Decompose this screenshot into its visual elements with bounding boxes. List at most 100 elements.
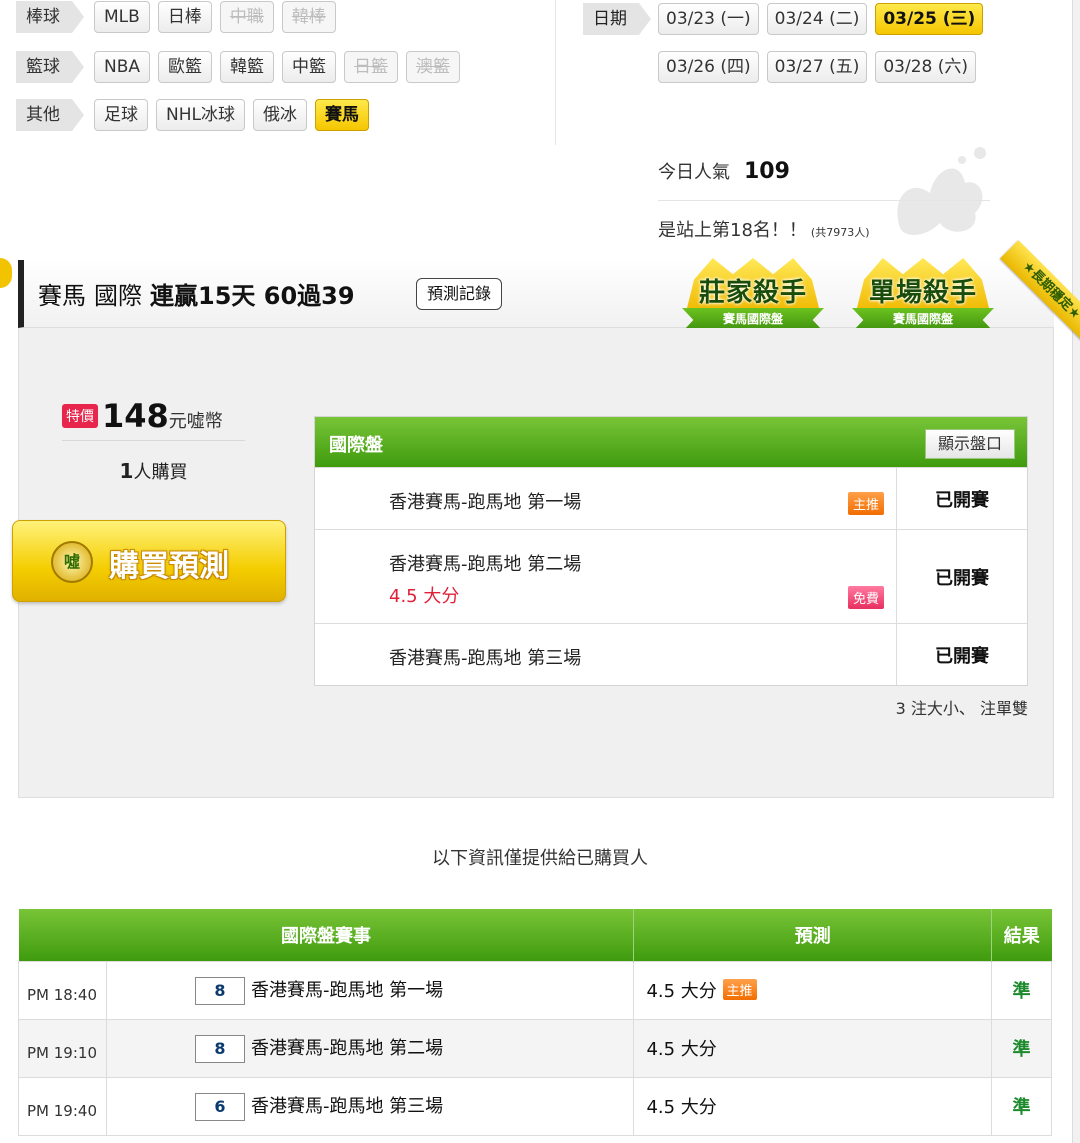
date-chip-0328[interactable]: 03/28 (六) bbox=[875, 51, 977, 83]
main-pick-tag: 主推 bbox=[722, 979, 757, 1000]
category-label: 棒球 bbox=[16, 1, 84, 33]
badge-subtitle: 賽馬國際盤 bbox=[722, 312, 783, 326]
date-chip-0323[interactable]: 03/23 (一) bbox=[658, 3, 759, 35]
free-tag: 免費 bbox=[847, 586, 884, 609]
buyer-suffix: 人購買 bbox=[133, 462, 188, 483]
date-chip-0326[interactable]: 03/26 (四) bbox=[658, 51, 759, 83]
popularity-today: 今日人氣 109 bbox=[658, 158, 790, 184]
filter-row-basketball: 籃球 NBA 歐籃 韓籃 中籃 日籃 澳籃 bbox=[16, 50, 468, 84]
header-prediction: 預測 bbox=[633, 909, 993, 961]
game-time: PM 18:40 bbox=[18, 960, 107, 1020]
badge-title: 單場殺手 bbox=[868, 278, 977, 308]
market-pick: 4.5 大分 bbox=[389, 586, 460, 607]
market-title: 國際盤 bbox=[329, 435, 383, 456]
results-table: 國際盤賽事 預測 結果 PM 18:40 8 香港賽馬-跑馬地 第一場 4.5 大… bbox=[18, 909, 1052, 1136]
game-name: 香港賽馬-跑馬地 第三場 bbox=[250, 1095, 444, 1117]
price-info: 特價 148元噓幣 bbox=[62, 397, 223, 435]
table-row: PM 19:40 6 香港賽馬-跑馬地 第三場 4.5 大分 準 bbox=[18, 1076, 1052, 1136]
horse-number: 6 bbox=[194, 1092, 245, 1121]
game-name: 香港賽馬-跑馬地 第二場 bbox=[250, 1037, 444, 1059]
results-header-row: 國際盤賽事 預測 結果 bbox=[18, 909, 1052, 961]
buy-prediction-button[interactable]: 噓 購買預測 bbox=[12, 520, 286, 602]
date-chip-0325[interactable]: 03/25 (三) bbox=[875, 3, 984, 35]
prediction-cell: 4.5 大分 bbox=[633, 1076, 993, 1136]
banner-streak: 連贏15天 60過39 bbox=[150, 282, 355, 310]
header-result: 結果 bbox=[991, 909, 1052, 961]
table-row: PM 18:40 8 香港賽馬-跑馬地 第一場 4.5 大分 主推 準 bbox=[18, 960, 1052, 1020]
filter-chip-china-basketball[interactable]: 中籃 bbox=[282, 51, 337, 83]
market-game-name: 香港賽馬-跑馬地 第二場 bbox=[389, 554, 582, 575]
prediction-value: 4.5 大分 bbox=[646, 1039, 717, 1060]
horse-number: 8 bbox=[194, 1034, 245, 1063]
page-edge-scrollbar[interactable] bbox=[1072, 0, 1080, 1143]
filter-chip-cpbl: 中職 bbox=[219, 1, 274, 33]
buy-button-label: 購買預測 bbox=[109, 549, 229, 584]
game-time: PM 19:40 bbox=[18, 1076, 107, 1136]
prediction-record-button[interactable]: 預測記錄 bbox=[416, 278, 503, 310]
result-value: 準 bbox=[991, 960, 1052, 1020]
filter-divider bbox=[555, 0, 556, 145]
market-game-cell: 香港賽馬-跑馬地 第二場 4.5 大分 免費 bbox=[315, 530, 897, 623]
filter-chip-nba[interactable]: NBA bbox=[94, 51, 151, 83]
result-value: 準 bbox=[991, 1018, 1052, 1078]
coin-icon: 噓 bbox=[51, 541, 93, 583]
popularity-label: 今日人氣 bbox=[658, 162, 730, 183]
market-header: 國際盤 顯示盤口 bbox=[315, 417, 1027, 467]
market-game-name: 香港賽馬-跑馬地 第一場 bbox=[389, 492, 582, 513]
badge-subtitle: 賽馬國際盤 bbox=[892, 312, 953, 326]
header-game: 國際盤賽事 bbox=[18, 909, 635, 961]
date-chip-0324[interactable]: 03/24 (二) bbox=[766, 3, 868, 35]
banner-title: 賽馬 國際 連贏15天 60過39 bbox=[38, 276, 355, 311]
filter-chip-nhl[interactable]: NHL冰球 bbox=[156, 99, 245, 131]
game-cell: 6 香港賽馬-跑馬地 第三場 bbox=[105, 1076, 635, 1136]
date-chip-0327[interactable]: 03/27 (五) bbox=[766, 51, 868, 83]
prediction-value: 4.5 大分 bbox=[646, 981, 717, 1002]
badge-title: 莊家殺手 bbox=[698, 278, 807, 308]
filter-chip-npb[interactable]: 日棒 bbox=[157, 1, 212, 33]
game-time: PM 19:10 bbox=[18, 1018, 107, 1078]
market-game-name: 香港賽馬-跑馬地 第三場 bbox=[389, 648, 582, 669]
popularity-divider bbox=[658, 200, 990, 201]
filter-chip-korea-basketball[interactable]: 韓籃 bbox=[220, 51, 275, 83]
filter-chip-euro-basketball[interactable]: 歐籃 bbox=[158, 51, 213, 83]
filter-chip-australia-basketball: 澳籃 bbox=[406, 51, 461, 83]
price-divider bbox=[62, 440, 245, 441]
filter-row-other: 其他 足球 NHL冰球 俄冰 賽馬 bbox=[16, 98, 377, 132]
game-status: 已開賽 bbox=[935, 645, 989, 667]
popularity-rank: 是站上第18名！！ (共7973人) bbox=[658, 216, 869, 242]
price-amount: 148 bbox=[102, 397, 169, 435]
banner-type: 國際 bbox=[94, 282, 142, 310]
market-row: 香港賽馬-跑馬地 第二場 4.5 大分 免費 已開賽 bbox=[315, 529, 1027, 623]
date-label: 日期 bbox=[583, 3, 651, 35]
special-price-badge: 特價 bbox=[62, 404, 98, 428]
rank-text: 是站上第18名！！ bbox=[658, 220, 807, 241]
prediction-cell: 4.5 大分 主推 bbox=[633, 960, 993, 1020]
category-label: 其他 bbox=[16, 99, 84, 131]
table-row: PM 19:10 8 香港賽馬-跑馬地 第二場 4.5 大分 準 bbox=[18, 1018, 1052, 1078]
market-row: 香港賽馬-跑馬地 第三場 已開賽 bbox=[315, 623, 1027, 685]
splash-decoration-icon bbox=[897, 147, 986, 235]
game-name: 香港賽馬-跑馬地 第一場 bbox=[250, 979, 444, 1001]
date-selector: 03/23 (一) 03/24 (二) 03/25 (三) 03/26 (四) … bbox=[658, 3, 1018, 83]
purchaser-only-note: 以下資訊僅提供給已購買人 bbox=[432, 848, 648, 869]
prediction-cell: 4.5 大分 bbox=[633, 1018, 993, 1078]
game-status: 已開賽 bbox=[935, 489, 989, 511]
market-game-cell: 香港賽馬-跑馬地 第三場 bbox=[315, 624, 897, 685]
show-odds-button[interactable]: 顯示盤口 bbox=[924, 429, 1015, 459]
filter-chip-horse-racing[interactable]: 賽馬 bbox=[314, 99, 369, 131]
horse-number: 8 bbox=[194, 976, 245, 1005]
bet-count-note: 3 注大小、 注單雙 bbox=[895, 699, 1028, 718]
filter-chip-mlb[interactable]: MLB bbox=[94, 1, 150, 33]
category-label: 籃球 bbox=[16, 51, 84, 83]
prediction-value: 4.5 大分 bbox=[646, 1097, 717, 1118]
main-pick-tag: 主推 bbox=[847, 492, 884, 515]
filter-chip-khl[interactable]: 俄冰 bbox=[252, 99, 307, 131]
filter-chip-kbo: 韓棒 bbox=[281, 1, 336, 33]
price-unit: 元噓幣 bbox=[168, 411, 223, 432]
filter-chip-soccer[interactable]: 足球 bbox=[94, 99, 148, 131]
filter-row-baseball: 棒球 MLB 日棒 中職 韓棒 bbox=[16, 0, 344, 34]
side-bubble bbox=[0, 258, 12, 288]
game-status: 已開賽 bbox=[935, 567, 989, 589]
international-market-card: 國際盤 顯示盤口 香港賽馬-跑馬地 第一場 主推 已開賽 香港賽馬-跑馬地 第二… bbox=[314, 416, 1028, 686]
popularity-count: 109 bbox=[744, 159, 790, 184]
